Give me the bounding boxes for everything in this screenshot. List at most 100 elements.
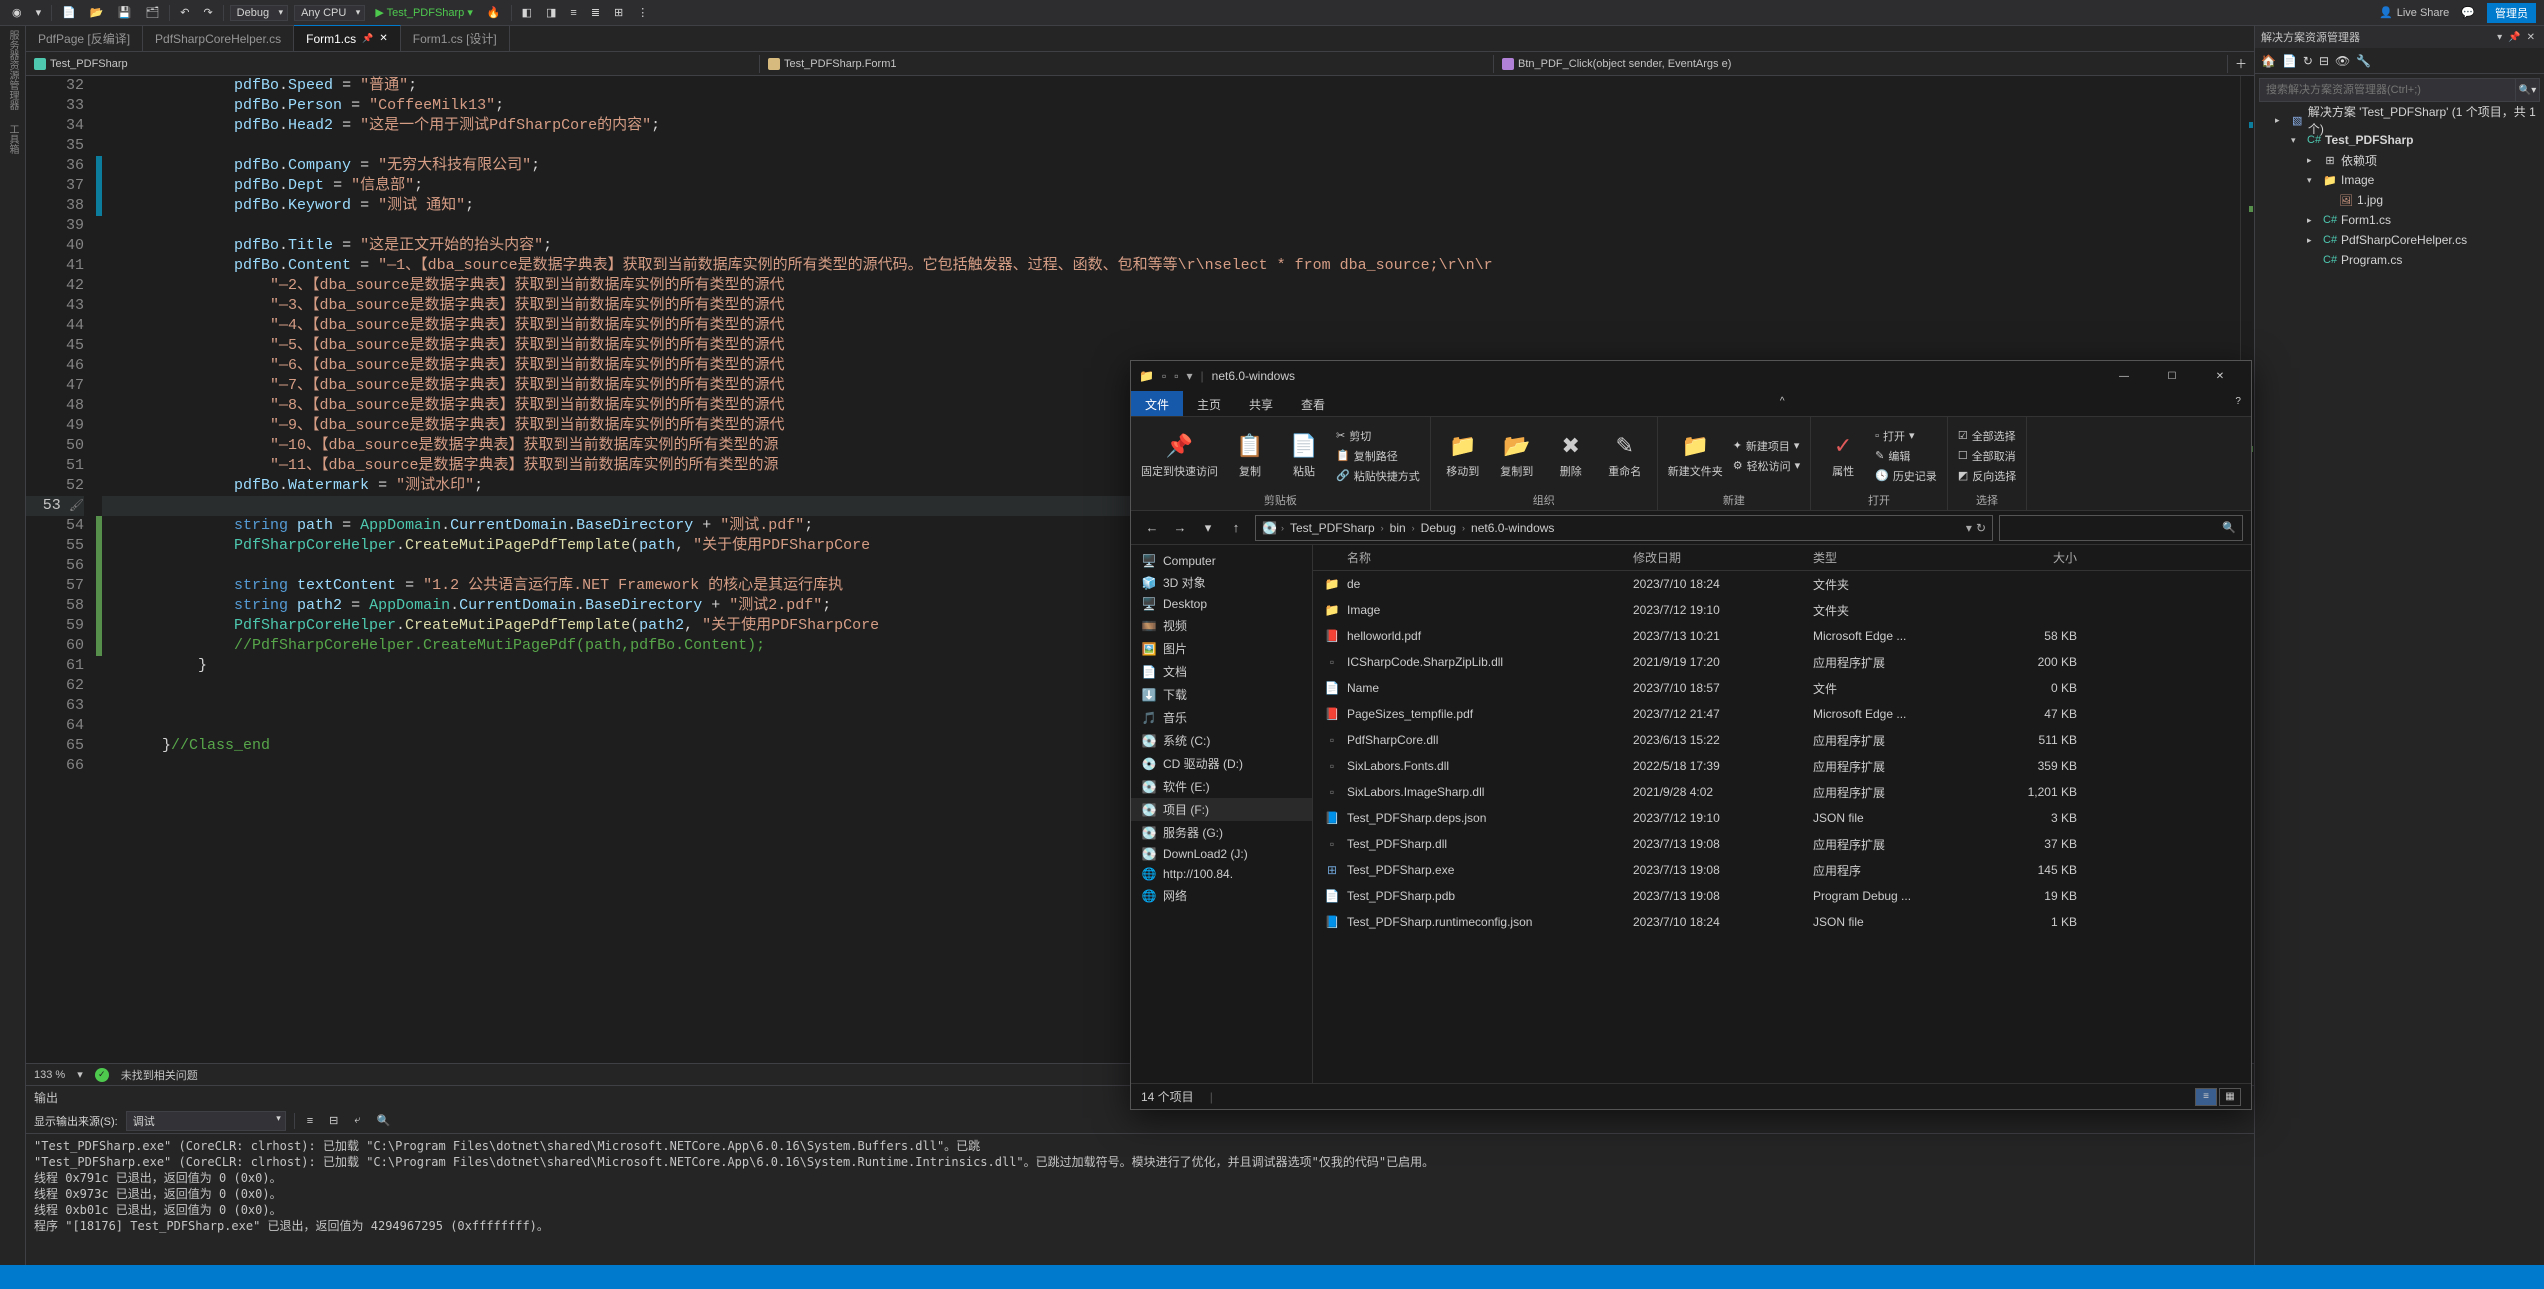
tool-btn-6[interactable]: ⋮ [633,4,652,21]
redo-icon[interactable]: ↷ [199,4,216,21]
file-row[interactable]: 📘Test_PDFSharp.deps.json2023/7/12 19:10J… [1313,805,2251,831]
output-source-dropdown[interactable]: 调试 [126,1111,286,1131]
copy-path-button[interactable]: 📋 复制路径 [1336,448,1420,464]
col-size[interactable]: 大小 [1973,549,2093,566]
output-text[interactable]: "Test_PDFSharp.exe" (CoreCLR: clrhost): … [26,1134,2254,1265]
file-row[interactable]: ▫SixLabors.ImageSharp.dll2021/9/28 4:02应… [1313,779,2251,805]
image-file-node[interactable]: 🖼1.jpg [2255,190,2544,210]
no-issues-icon[interactable]: ✓ [95,1068,109,1082]
hot-reload-icon[interactable]: 🔥 [483,4,505,21]
nav-item[interactable]: 🎵音乐 [1131,706,1312,729]
nav-item[interactable]: 💽项目 (F:) [1131,798,1312,821]
invert-selection-button[interactable]: ◩ 反向选择 [1958,468,2016,484]
address-refresh-icon[interactable]: ↻ [1976,521,1986,535]
solution-tree[interactable]: ▸▧解决方案 'Test_PDFSharp' (1 个项目，共 1 个) ▾C#… [2255,106,2544,1265]
window-minimize-button[interactable]: — [2101,362,2147,390]
explorer-file-list[interactable]: 名称 修改日期 类型 大小 📁de2023/7/10 18:24文件夹📁Imag… [1313,545,2251,1083]
run-button[interactable]: ▶ Test_PDFSharp ▾ [371,4,477,21]
history-button[interactable]: 🕓 历史记录 [1875,468,1937,484]
solution-node[interactable]: ▸▧解决方案 'Test_PDFSharp' (1 个项目，共 1 个) [2255,110,2544,130]
document-tab[interactable]: PdfPage [反编译] [26,26,143,51]
deps-node[interactable]: ▸⊞依赖项 [2255,150,2544,170]
nav-back-button[interactable]: ← [1139,515,1165,541]
col-type[interactable]: 类型 [1813,549,1973,566]
tool-btn-5[interactable]: ⊞ [610,4,627,21]
zoom-level[interactable]: 133 % [34,1069,65,1081]
file-row[interactable]: 📕PageSizes_tempfile.pdf2023/7/12 21:47Mi… [1313,701,2251,727]
nav-item[interactable]: 🎞️视频 [1131,614,1312,637]
nav-item[interactable]: 🖥️Desktop [1131,594,1312,614]
pin-quick-access-button[interactable]: 📌固定到快速访问 [1141,433,1218,479]
select-none-button[interactable]: ☐ 全部取消 [1958,448,2016,464]
nav-class[interactable]: Test_PDFSharp.Form1 [760,55,1494,73]
panel-pin-icon[interactable]: 📌 [2505,32,2523,43]
list-header-row[interactable]: 名称 修改日期 类型 大小 [1313,545,2251,571]
paste-button[interactable]: 📄粘贴 [1282,433,1326,479]
nav-item[interactable]: 💽DownLoad2 (J:) [1131,844,1312,864]
output-toggle-icon[interactable]: ⊟ [325,1112,342,1129]
file-program[interactable]: C#Program.cs [2255,250,2544,270]
document-tab[interactable]: Form1.cs 📌 ✕ [294,25,401,51]
col-date[interactable]: 修改日期 [1633,549,1813,566]
solution-search-input[interactable] [2259,78,2516,102]
sync-icon[interactable]: 📄 [2282,54,2297,68]
show-all-icon[interactable]: 👁 [2335,54,2350,68]
nav-project[interactable]: Test_PDFSharp [26,55,760,73]
open-button[interactable]: ▫ 打开 ▾ [1875,428,1937,444]
nav-item[interactable]: 🌐网络 [1131,884,1312,907]
properties-icon[interactable]: 🔧 [2356,54,2371,68]
home-icon[interactable]: 🏠 [2261,54,2276,68]
nav-item[interactable]: 🖼️图片 [1131,637,1312,660]
new-folder-button[interactable]: 📁新建文件夹 [1668,433,1723,479]
save-icon[interactable]: 💾 [114,4,136,21]
file-row[interactable]: 📁Image2023/7/12 19:10文件夹 [1313,597,2251,623]
explorer-nav-pane[interactable]: 🖥️Computer🧊3D 对象🖥️Desktop🎞️视频🖼️图片📄文档⬇️下载… [1131,545,1313,1083]
paste-shortcut-button[interactable]: 🔗 粘贴快捷方式 [1336,468,1420,484]
file-row[interactable]: ▫ICSharpCode.SharpZipLib.dll2021/9/19 17… [1313,649,2251,675]
nav-item[interactable]: 💽系统 (C:) [1131,729,1312,752]
undo-icon[interactable]: ↶ [176,4,193,21]
delete-button[interactable]: ✖删除 [1549,433,1593,479]
file-row[interactable]: 📄Name2023/7/10 18:57文件0 KB [1313,675,2251,701]
config-dropdown[interactable]: Debug [230,5,288,21]
icons-view-button[interactable]: ▦ [2219,1088,2241,1106]
select-all-button[interactable]: ☑ 全部选择 [1958,428,2016,444]
output-wrap-icon[interactable]: ⤶ [350,1112,364,1129]
nav-item[interactable]: 📄文档 [1131,660,1312,683]
address-dropdown-icon[interactable]: ▾ [1966,521,1972,535]
properties-button[interactable]: ✓属性 [1821,433,1865,479]
new-item-button[interactable]: ✦ 新建项目 ▾ [1733,438,1800,454]
panel-close-icon[interactable]: ✕ [2524,32,2538,43]
nav-item[interactable]: ⬇️下载 [1131,683,1312,706]
feedback-icon[interactable]: 💬 [2457,4,2479,21]
toolbox-tab[interactable]: 工具箱 [5,124,20,154]
file-row[interactable]: ▫PdfSharpCore.dll2023/6/13 15:22应用程序扩展51… [1313,727,2251,753]
collapse-icon[interactable]: ⊟ [2319,54,2329,68]
pin-icon[interactable]: 📌 [362,33,373,44]
qat-new-icon[interactable]: ▫ [1174,369,1178,383]
details-view-button[interactable]: ≡ [2195,1088,2217,1106]
tool-btn-1[interactable]: ◧ [518,4,536,21]
panel-dropdown-icon[interactable]: ▾ [2494,32,2505,43]
ribbon-tab-home[interactable]: 主页 [1183,391,1235,416]
file-row[interactable]: ▫SixLabors.Fonts.dll2022/5/18 17:39应用程序扩… [1313,753,2251,779]
platform-dropdown[interactable]: Any CPU [294,5,365,21]
cut-button[interactable]: ✂ 剪切 [1336,428,1420,444]
save-all-icon[interactable]: 🗂 [141,4,163,21]
ribbon-collapse-icon[interactable]: ^ [1770,391,1795,416]
copy-to-button[interactable]: 📂复制到 [1495,433,1539,479]
file-row[interactable]: 📘Test_PDFSharp.runtimeconfig.json2023/7/… [1313,909,2251,935]
qat-dropdown-icon[interactable]: ▾ [1186,369,1192,383]
tool-btn-3[interactable]: ≡ [566,5,580,21]
file-row[interactable]: ▫Test_PDFSharp.dll2023/7/13 19:08应用程序扩展3… [1313,831,2251,857]
explorer-search-input[interactable]: 🔍 [1999,515,2243,541]
window-maximize-button[interactable]: ☐ [2149,362,2195,390]
easy-access-button[interactable]: ⚙ 轻松访问 ▾ [1733,458,1800,474]
ribbon-tab-view[interactable]: 查看 [1287,391,1339,416]
rename-button[interactable]: ✎重命名 [1603,433,1647,479]
qat-props-icon[interactable]: ▫ [1162,369,1166,383]
refresh-icon[interactable]: ↻ [2303,54,2313,68]
output-clear-icon[interactable]: ≡ [303,1113,317,1129]
edit-button[interactable]: ✎ 编辑 [1875,448,1937,464]
nav-item[interactable]: 🧊3D 对象 [1131,571,1312,594]
